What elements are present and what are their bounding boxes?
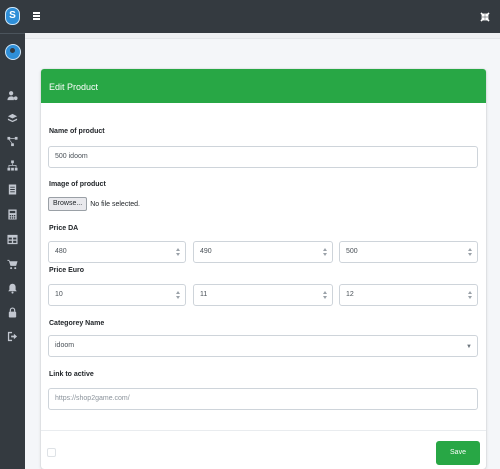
sign-out-icon[interactable] <box>7 331 18 342</box>
project-diagram-icon[interactable] <box>7 136 18 147</box>
price-euro-value-1: 10 <box>55 291 63 298</box>
number-spinner-icon[interactable] <box>176 247 181 257</box>
sitemap-icon[interactable] <box>7 160 18 171</box>
card-title: Edit Product <box>49 82 99 92</box>
price-da-value-1: 480 <box>55 248 67 255</box>
name-label: Name of product <box>49 128 105 135</box>
lock-icon[interactable] <box>7 307 18 318</box>
price-euro-label: Price Euro <box>49 267 85 274</box>
price-da-input-1[interactable]: 480 <box>48 241 186 263</box>
price-euro-value-2: 11 <box>200 291 208 298</box>
number-spinner-icon[interactable] <box>323 290 328 300</box>
layers-icon[interactable] <box>7 113 18 124</box>
number-spinner-icon[interactable] <box>176 290 181 300</box>
price-euro-input-1[interactable]: 10 <box>48 284 186 306</box>
file-list-icon[interactable] <box>7 184 18 195</box>
user-avatar[interactable] <box>5 44 21 60</box>
link-label: Link to active <box>49 371 94 378</box>
browse-button[interactable]: Browse... <box>48 197 88 211</box>
card-header: Edit Product <box>41 69 486 103</box>
user-cog-icon[interactable] <box>7 90 18 101</box>
file-input[interactable]: Browse... No file selected. <box>48 196 140 212</box>
image-label: Image of product <box>49 181 106 188</box>
price-da-input-3[interactable]: 500 <box>339 241 478 263</box>
product-name-input[interactable]: 500 idoom <box>48 146 478 168</box>
link-input[interactable]: https://shop2game.com/ <box>48 388 478 410</box>
price-euro-input-2[interactable]: 11 <box>193 284 333 306</box>
category-select[interactable]: idoom ▼ <box>48 335 478 357</box>
menu-toggle-icon[interactable] <box>33 12 41 20</box>
cart-icon[interactable] <box>7 259 18 270</box>
footer-checkbox[interactable] <box>47 448 56 457</box>
card-footer-divider <box>41 430 486 431</box>
calculator-icon[interactable] <box>7 209 18 220</box>
price-da-value-2: 490 <box>200 248 212 255</box>
number-spinner-icon[interactable] <box>468 290 473 300</box>
price-da-value-3: 500 <box>346 248 358 255</box>
bell-icon[interactable] <box>7 283 18 294</box>
price-euro-value-3: 12 <box>346 291 354 298</box>
price-euro-input-3[interactable]: 12 <box>339 284 478 306</box>
category-label: Categorey Name <box>49 320 105 327</box>
table-icon[interactable] <box>7 234 18 245</box>
category-selected-value: idoom <box>55 342 75 349</box>
sidebar-divider <box>0 33 25 34</box>
number-spinner-icon[interactable] <box>468 247 473 257</box>
number-spinner-icon[interactable] <box>323 247 328 257</box>
save-changes-button[interactable]: Save changes <box>436 441 480 465</box>
brand-logo[interactable]: S <box>5 7 20 25</box>
sidebar: S <box>0 0 25 469</box>
top-navbar <box>25 0 500 33</box>
file-status-text: No file selected. <box>90 200 140 208</box>
price-da-input-2[interactable]: 490 <box>193 241 333 263</box>
price-da-label: Price DA <box>49 225 79 232</box>
fullscreen-toggle-icon[interactable] <box>480 9 490 22</box>
content-header-strip <box>25 33 500 39</box>
chevron-down-icon: ▼ <box>466 344 472 350</box>
